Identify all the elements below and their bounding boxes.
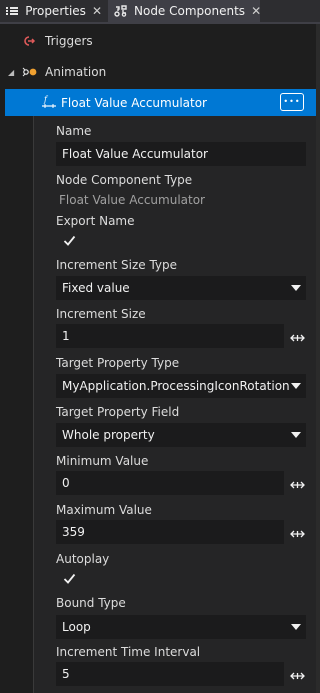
close-icon[interactable]: ✕ [251,4,261,18]
target-property-type-value: MyApplication.ProcessingIconRotation [62,379,290,393]
more-options-label: ••• [283,97,301,106]
increment-size-type-value: Fixed value [62,281,130,295]
target-property-type-dropdown[interactable]: MyApplication.ProcessingIconRotation [56,374,306,398]
tree-item-animation-label: Animation [45,65,107,79]
chevron-down-icon [291,285,301,291]
name-label: Name [56,124,92,138]
target-property-field-label: Target Property Field [56,405,180,419]
drag-arrows-icon[interactable] [290,670,305,680]
minimum-value-label: Minimum Value [56,454,149,468]
minimum-value-field[interactable]: 0 [56,471,284,495]
tab-underline [0,22,320,24]
scrollbar[interactable] [316,24,320,693]
checkmark-icon [63,235,76,246]
autoplay-label: Autoplay [56,552,110,566]
tab-node-components-label: Node Components [134,4,246,18]
target-property-field-dropdown[interactable]: Whole property [56,423,306,447]
tab-properties-label: Properties [25,4,86,18]
node-component-type-label: Node Component Type [56,173,193,187]
maximum-value-label: Maximum Value [56,503,152,517]
increment-size-type-dropdown[interactable]: Fixed value [56,276,306,300]
bound-type-label: Bound Type [56,596,126,610]
tab-node-components[interactable]: Node Components ✕ [108,0,261,22]
more-options-button[interactable]: ••• [280,93,304,111]
target-property-type-label: Target Property Type [56,356,180,370]
export-name-checkbox[interactable] [63,234,76,247]
increment-time-interval-label: Increment Time Interval [56,645,201,659]
chevron-down-icon [291,624,301,630]
close-icon[interactable]: ✕ [92,4,102,18]
node-component-type-value: Float Value Accumulator [59,193,205,207]
bound-type-dropdown[interactable]: Loop [56,615,306,639]
drag-arrows-icon[interactable] [290,332,305,342]
increment-time-interval-field[interactable]: 5 [56,662,284,686]
tree-item-triggers[interactable]: Triggers [0,26,316,56]
function-icon: f [41,94,57,110]
node-components-icon [114,5,128,17]
increment-size-field[interactable]: 1 [56,324,284,348]
checkmark-icon [63,573,76,584]
export-name-label: Export Name [56,214,135,228]
increment-size-label: Increment Size [56,307,146,321]
tree-item-float-value-accumulator[interactable]: f Float Value Accumulator ••• [5,89,316,116]
bound-type-value: Loop [62,620,91,634]
maximum-value-field[interactable]: 359 [56,520,284,544]
tree-item-animation[interactable]: ◢ Animation [0,57,316,87]
name-field[interactable]: Float Value Accumulator [56,142,306,166]
tab-bar: Properties ✕ Node Components ✕ [0,0,320,22]
trigger-icon [23,35,36,47]
drag-arrows-icon[interactable] [290,528,305,538]
tree-item-triggers-label: Triggers [45,34,93,48]
list-icon [6,5,19,17]
svg-text:f: f [43,95,49,104]
increment-size-type-label: Increment Size Type [56,258,178,272]
selected-item-label: Float Value Accumulator [61,95,207,110]
chevron-down-icon [291,432,301,438]
target-property-field-value: Whole property [62,428,155,442]
autoplay-checkbox[interactable] [63,572,76,585]
expand-arrow-icon[interactable]: ◢ [8,68,14,77]
drag-arrows-icon[interactable] [290,479,305,489]
chevron-down-icon [291,383,301,389]
tab-properties[interactable]: Properties ✕ [0,0,108,22]
animation-icon [22,66,38,78]
